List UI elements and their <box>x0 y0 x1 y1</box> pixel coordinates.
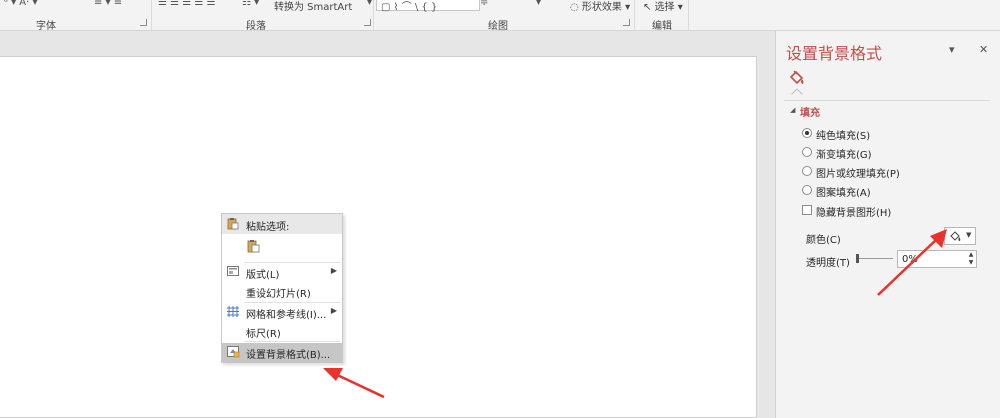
select-button[interactable]: ↖ 选择 ▾ <box>643 0 683 13</box>
ribbon-separator <box>373 0 374 31</box>
transparency-spinner[interactable]: ▲ ▼ <box>966 251 976 267</box>
color-picker-button[interactable]: ▼ <box>944 227 976 245</box>
ribbon-separator <box>688 0 689 31</box>
format-background-pane: 设置背景格式 ▾ ✕ ◢ 填充 纯色填充(S) 渐变填充(G) 图片或纹理填充(… <box>775 31 1000 418</box>
context-menu: 粘贴选项: 版式(L) ▶ 重设幻灯片(R) 网格和参考线(I)... ▶ 标尺… <box>221 213 343 363</box>
format-background-icon <box>227 346 240 361</box>
menu-item-format-background[interactable]: 设置背景格式(B)... <box>222 343 342 362</box>
menu-item-layout[interactable]: 版式(L) ▶ <box>222 263 342 282</box>
paint-bucket-icon <box>949 230 963 245</box>
pane-title: 设置背景格式 <box>786 44 883 63</box>
shapes-gallery-more-icon[interactable]: ≑ <box>480 0 488 8</box>
paste-options-label: 粘贴选项: <box>246 222 290 233</box>
pane-options-chevron-down-icon[interactable]: ▾ <box>949 43 955 56</box>
ribbon: ᵃ ▾ A· ▾ ≡ ▾ ≡ ☰ ☰ ☰ ☰ ☰ ☷ ▾ 转换为 SmartAr… <box>0 0 1000 32</box>
drawing-dialog-launcher-icon[interactable] <box>623 19 630 26</box>
transparency-input[interactable] <box>897 250 977 268</box>
ribbon-separator <box>151 0 152 31</box>
shape-effects-button[interactable]: ◌ 形状效果 ▾ <box>570 0 630 13</box>
fill-section-header[interactable]: 填充 <box>800 104 820 119</box>
pane-divider <box>784 100 990 101</box>
submenu-arrow-icon: ▶ <box>330 266 337 275</box>
menu-item-grid-guides[interactable]: 网格和参考线(I)... ▶ <box>222 303 342 322</box>
paste-options-header: 粘贴选项: <box>222 214 342 234</box>
layout-icon <box>227 266 239 279</box>
menu-item-ruler[interactable]: 标尺(R) <box>222 322 342 341</box>
ribbon-format-controls[interactable]: ≡ ▾ ≡ <box>94 0 122 8</box>
paragraph-dialog-launcher-icon[interactable] <box>364 19 371 26</box>
shapes-gallery[interactable]: ▢ ⌇ ⌒ \ { } <box>376 0 480 13</box>
collapse-triangle-icon[interactable]: ◢ <box>790 106 795 114</box>
paste-keep-formatting-button[interactable] <box>222 236 342 258</box>
ribbon-font-controls[interactable]: ᵃ ▾ A· ▾ <box>4 0 38 8</box>
transparency-slider-track[interactable] <box>858 258 893 259</box>
color-label: 颜色(C) <box>806 235 841 246</box>
grid-icon <box>227 306 239 320</box>
radio-icon <box>802 185 812 195</box>
chevron-down-icon: ▼ <box>966 231 972 239</box>
group-label-editing: 编辑 <box>652 21 672 32</box>
font-dialog-launcher-icon[interactable] <box>140 19 147 26</box>
radio-icon <box>802 166 812 176</box>
radio-icon <box>802 147 812 157</box>
submenu-arrow-icon: ▶ <box>330 306 337 315</box>
paste-clipboard-icon <box>247 239 260 256</box>
group-label-font: 字体 <box>36 21 56 32</box>
radio-selected-icon <box>802 128 812 138</box>
convert-smartart-dropdown-icon[interactable]: ▾ <box>367 0 372 8</box>
ribbon-separator <box>634 0 635 31</box>
shape-effects-icon: ◌ <box>570 2 582 13</box>
pane-close-icon[interactable]: ✕ <box>979 43 988 56</box>
slide-canvas[interactable] <box>0 56 757 418</box>
fill-category-icon[interactable] <box>788 69 806 90</box>
arrange-dropdown-icon[interactable]: ▾ <box>536 0 541 8</box>
menu-item-reset-slide[interactable]: 重设幻灯片(R) <box>222 282 342 301</box>
ribbon-align-controls[interactable]: ☰ ☰ ☰ ☰ ☰ <box>158 0 216 8</box>
checkbox-icon <box>802 205 812 215</box>
transparency-label: 透明度(T) <box>806 258 850 269</box>
cursor-icon: ↖ <box>643 2 655 13</box>
menu-divider <box>244 341 341 342</box>
slide-workspace <box>0 31 775 418</box>
group-label-paragraph: 段落 <box>246 21 266 32</box>
convert-smartart-button[interactable]: 转换为 SmartArt <box>274 0 352 13</box>
clipboard-icon <box>227 217 239 233</box>
transparency-slider-thumb[interactable] <box>856 254 859 263</box>
selected-tab-pointer <box>791 88 803 100</box>
ribbon-columns-icon[interactable]: ☷ ▾ <box>242 0 259 8</box>
group-label-drawing: 绘图 <box>488 21 508 32</box>
